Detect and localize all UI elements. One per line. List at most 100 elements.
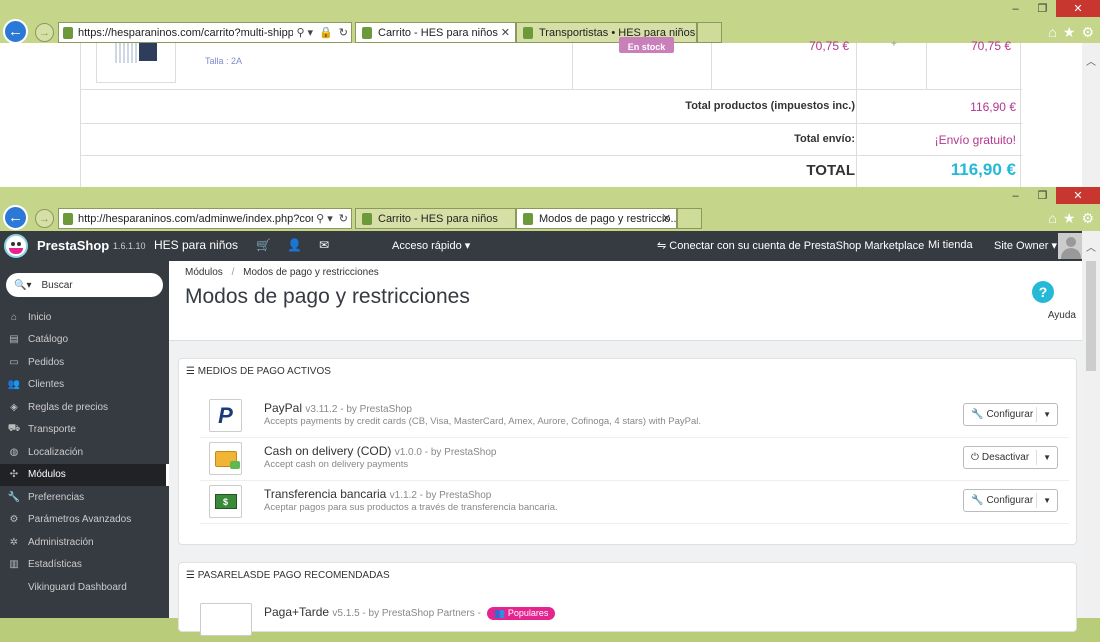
refresh-icon[interactable]: ↻ xyxy=(336,212,351,225)
sidebar-item-catálogo[interactable]: ▤ Catálogo xyxy=(0,329,169,351)
unit-price: 70,75 € xyxy=(809,39,850,53)
sidebar-item-estadísticas[interactable]: ▥ Estadísticas xyxy=(0,554,169,576)
product-thumbnail[interactable] xyxy=(96,43,176,83)
owner-menu[interactable]: Site Owner ▾ xyxy=(994,239,1057,252)
cod-logo-icon xyxy=(209,442,242,475)
module-name: Cash on delivery (COD) v1.0.0 - by Prest… xyxy=(264,444,496,458)
caret-down-icon[interactable]: ▼ xyxy=(1043,410,1051,419)
breadcrumb-parent[interactable]: Módulos xyxy=(185,267,223,278)
help-label[interactable]: Ayuda xyxy=(1048,310,1076,321)
refresh-icon[interactable]: ↻ xyxy=(336,26,351,39)
shop-name[interactable]: HES para niños xyxy=(154,238,238,252)
new-tab-button[interactable] xyxy=(677,208,702,229)
caret-down-icon[interactable]: ▼ xyxy=(1043,496,1051,505)
settings-gear-icon[interactable]: ⚙ xyxy=(1081,210,1094,227)
wrench-icon: 🔧 xyxy=(7,491,21,503)
help-button[interactable]: ? xyxy=(1032,281,1054,303)
scroll-up-icon[interactable]: ︿ xyxy=(1082,53,1100,68)
sidebar-item-transporte[interactable]: ⛟ Transporte xyxy=(0,419,169,441)
tab-close-icon[interactable]: ✕ xyxy=(662,212,671,225)
caret-down-icon[interactable]: ▼ xyxy=(1043,453,1051,462)
address-url: http://hesparaninos.com/adminwe/index.ph… xyxy=(78,212,314,225)
minimize-icon[interactable]: – xyxy=(1002,0,1029,17)
lock-icon[interactable]: 🔒 xyxy=(316,26,336,39)
tab-label: Modos de pago y restriccio... xyxy=(539,212,677,225)
sidebar-item-vikinguard-dashboard[interactable]: Vikinguard Dashboard xyxy=(0,576,169,598)
sidebar-item-clientes[interactable]: 👥 Clientes xyxy=(0,374,169,396)
brand-name[interactable]: PrestaShop xyxy=(37,238,109,253)
sidebar-item-preferencias[interactable]: 🔧 Preferencias xyxy=(0,486,169,508)
tab-carrito[interactable]: Carrito - HES para niños ✕ xyxy=(355,22,516,43)
sidebar-item-módulos[interactable]: ✣ Módulos xyxy=(0,463,169,486)
prestashop-logo-icon[interactable] xyxy=(4,234,28,258)
sidebar-item-label: Catálogo xyxy=(28,334,69,345)
close-window-icon[interactable]: ✕ xyxy=(1056,187,1100,204)
back-button[interactable]: ← xyxy=(3,19,28,44)
pagamastarde-logo-icon xyxy=(200,603,252,636)
restore-icon[interactable]: ❐ xyxy=(1029,0,1056,17)
product-size: Talla : 2A xyxy=(205,56,243,66)
help-icon: ? xyxy=(1038,284,1048,300)
search-icon[interactable]: 🔍▾ xyxy=(14,280,31,291)
cart-icon[interactable]: 🛒 xyxy=(256,238,271,252)
scroll-thumb[interactable] xyxy=(1086,261,1096,371)
top-scrollbar[interactable]: ︿ xyxy=(1082,43,1100,187)
sidebar-item-localización[interactable]: ◍ Localización xyxy=(0,441,169,463)
module-title: Paga+Tarde xyxy=(264,605,330,619)
sidebar-item-parámetros-avanzados[interactable]: ⚙ Parámetros Avanzados xyxy=(0,509,169,531)
sidebar-item-label: Inicio xyxy=(28,311,52,323)
home-icon[interactable]: ⌂ xyxy=(1048,24,1056,41)
window-controls: – ❐ ✕ xyxy=(1002,0,1100,18)
favorites-star-icon[interactable]: ★ xyxy=(1063,210,1076,227)
total-products-value: 116,90 € xyxy=(970,100,1016,114)
configure-button[interactable]: 🔧 Configurar ▼ xyxy=(963,489,1058,512)
shipping-value: ¡Envío gratuito! xyxy=(934,133,1016,147)
site-favicon xyxy=(63,26,73,39)
forward-button[interactable]: → xyxy=(35,23,54,42)
owner-label: Site Owner xyxy=(994,240,1049,252)
panel-title: ☰ PASARELASDE PAGO RECOMENDADAS xyxy=(186,570,390,581)
quick-access-menu[interactable]: Acceso rápido ▾ xyxy=(392,239,470,252)
user-icon[interactable]: 👤 xyxy=(287,238,302,252)
shipping-row: Total envío: ¡Envío gratuito! xyxy=(81,123,1022,155)
address-bar[interactable]: https://hesparaninos.com/carrito?multi-s… xyxy=(58,22,352,43)
tab-carrito[interactable]: Carrito - HES para niños xyxy=(355,208,516,229)
sidebar-item-administración[interactable]: ✲ Administración xyxy=(0,531,169,553)
list-icon: ☰ xyxy=(186,366,195,377)
back-button[interactable]: ← xyxy=(3,205,28,230)
breadcrumb: Módulos / Modos de pago y restricciones xyxy=(185,267,379,278)
scroll-up-icon[interactable]: ︿ xyxy=(1082,239,1100,254)
sidebar-item-inicio[interactable]: ⌂ Inicio xyxy=(0,306,169,328)
sidebar-item-label: Módulos xyxy=(28,469,66,480)
my-shop-link[interactable]: Mi tienda xyxy=(928,239,973,251)
search-icon[interactable]: ⚲ ▾ xyxy=(313,212,336,225)
close-window-icon[interactable]: ✕ xyxy=(1056,0,1100,17)
configure-button[interactable]: 🔧 Configurar ▼ xyxy=(963,403,1058,426)
marketplace-link[interactable]: ⇋ Conectar con su cuenta de PrestaShop M… xyxy=(657,239,924,252)
settings-gear-icon[interactable]: ⚙ xyxy=(1081,24,1094,41)
search-input[interactable]: 🔍▾ Buscar xyxy=(6,273,163,297)
tab-modos-de-pago[interactable]: Modos de pago y restriccio... ✕ xyxy=(516,208,677,229)
search-icon[interactable]: ⚲ ▾ xyxy=(293,26,316,39)
favorites-star-icon[interactable]: ★ xyxy=(1063,24,1076,41)
home-icon[interactable]: ⌂ xyxy=(1048,210,1056,227)
new-tab-button[interactable] xyxy=(697,22,722,43)
popular-badge: 👥 Populares xyxy=(487,607,556,620)
main-scrollbar[interactable]: ︿ xyxy=(1082,231,1100,618)
list-icon: ☰ xyxy=(186,570,195,581)
module-row-cod: Cash on delivery (COD) v1.0.0 - by Prest… xyxy=(200,438,1069,481)
forward-button[interactable]: → xyxy=(35,209,54,228)
sidebar-item-reglas-de-precios[interactable]: ◈ Reglas de precios xyxy=(0,396,169,418)
restore-icon[interactable]: ❐ xyxy=(1029,187,1056,204)
panel-title-text: MEDIOS DE PAGO ACTIVOS xyxy=(197,366,331,377)
minimize-icon[interactable]: – xyxy=(1002,187,1029,204)
address-bar[interactable]: http://hesparaninos.com/adminwe/index.ph… xyxy=(58,208,352,229)
breadcrumb-separator: / xyxy=(231,267,235,278)
sidebar-item-label: Reglas de precios xyxy=(28,401,109,413)
envelope-icon[interactable]: ✉ xyxy=(319,238,329,252)
tab-label: Carrito - HES para niños xyxy=(378,26,498,39)
deactivate-button[interactable]: ⏻ Desactivar ▼ xyxy=(963,446,1058,469)
sidebar-item-pedidos[interactable]: ▭ Pedidos xyxy=(0,351,169,373)
tab-close-icon[interactable]: ✕ xyxy=(501,26,510,39)
avatar[interactable] xyxy=(1058,233,1084,259)
